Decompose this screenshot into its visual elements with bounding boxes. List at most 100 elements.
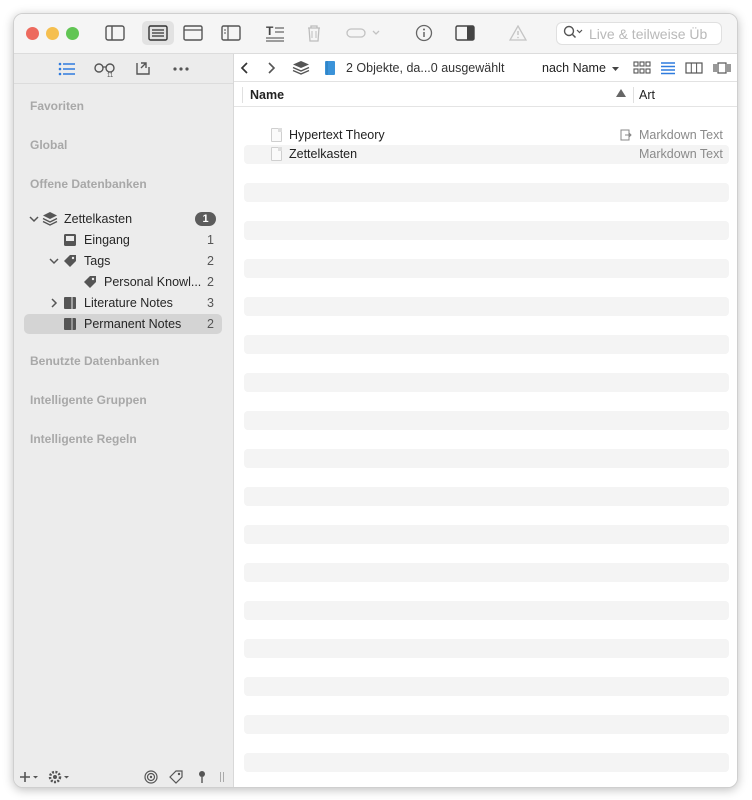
empty-row xyxy=(244,335,729,354)
column-view-icon[interactable] xyxy=(685,58,703,78)
column-name[interactable]: Name xyxy=(250,88,284,102)
column-header: Name Art xyxy=(234,83,737,107)
forward-icon[interactable] xyxy=(266,58,276,78)
tag-outline-icon[interactable] xyxy=(169,770,184,787)
sidebar-item-label: Tags xyxy=(84,254,111,268)
search-field[interactable] xyxy=(556,22,722,45)
chevron-down-icon[interactable] xyxy=(28,213,40,225)
svg-text:11: 11 xyxy=(107,73,114,77)
section-global[interactable]: Global xyxy=(30,138,67,152)
section-smart-rules[interactable]: Intelligente Regeln xyxy=(30,432,137,446)
sort-dropdown[interactable]: nach Name xyxy=(542,58,619,78)
selection-status: 2 Objekte, da...0 ausgewählt xyxy=(346,61,505,75)
icon-view-icon[interactable] xyxy=(633,58,651,78)
text-format-icon[interactable]: T xyxy=(262,21,288,45)
column-separator xyxy=(242,87,243,103)
item-count: 2 xyxy=(207,317,214,331)
zoom-window-button[interactable] xyxy=(66,27,79,40)
database-layers-icon[interactable] xyxy=(292,58,310,78)
sort-ascending-icon[interactable] xyxy=(616,89,626,97)
sidebar-item-label: Zettelkasten xyxy=(64,212,133,226)
empty-row xyxy=(244,411,729,430)
warning-icon xyxy=(506,21,530,45)
sidebar-tabs: 11 xyxy=(14,54,233,84)
section-favorites[interactable]: Favoriten xyxy=(30,99,84,113)
toolbar: T xyxy=(14,14,737,54)
section-open-databases[interactable]: Offene Datenbanken xyxy=(30,177,147,191)
column-separator[interactable] xyxy=(633,87,634,103)
gear-icon[interactable] xyxy=(48,770,72,787)
item-count: 2 xyxy=(207,275,214,289)
tag-icon xyxy=(62,253,78,269)
empty-row xyxy=(244,259,729,278)
caret-down-icon xyxy=(611,61,619,75)
inspector-icon[interactable] xyxy=(452,21,478,45)
split-view-icon[interactable] xyxy=(218,21,244,45)
empty-row xyxy=(244,525,729,544)
sidebar-item-eingang[interactable]: Eingang 1 xyxy=(24,230,222,250)
file-kind: Markdown Text xyxy=(639,128,723,142)
sidebar-item-permanent-notes[interactable]: Permanent Notes 2 xyxy=(24,314,222,334)
item-count: 3 xyxy=(207,296,214,310)
file-row-zettelkasten[interactable]: Zettelkasten Markdown Text xyxy=(244,145,729,164)
list-view-mode-icon[interactable] xyxy=(660,58,676,78)
sidebar-item-literature-notes[interactable]: Literature Notes 3 xyxy=(24,293,222,313)
back-icon[interactable] xyxy=(240,58,250,78)
sidebar-item-tags[interactable]: Tags 2 xyxy=(24,251,222,271)
empty-row xyxy=(244,601,729,620)
cover-flow-icon[interactable] xyxy=(712,58,732,78)
app-window: T 11 xyxy=(13,13,738,788)
chevron-right-icon[interactable] xyxy=(48,297,60,309)
main-pane: 2 Objekte, da...0 ausgewählt nach Name N… xyxy=(234,54,737,787)
empty-row xyxy=(244,753,729,772)
empty-row xyxy=(244,221,729,240)
import-icon[interactable] xyxy=(132,59,154,79)
close-window-button[interactable] xyxy=(26,27,39,40)
unread-badge: 1 xyxy=(195,212,216,226)
navigation-bar: 2 Objekte, da...0 ausgewählt nach Name xyxy=(234,54,737,82)
sidebar-item-personal-knowledge[interactable]: Personal Knowl... 2 xyxy=(24,272,222,292)
search-input[interactable] xyxy=(589,25,717,42)
add-icon[interactable] xyxy=(19,770,41,787)
empty-row xyxy=(244,487,729,506)
replicant-icon xyxy=(620,129,632,144)
group-icon xyxy=(62,295,78,311)
group-color-icon[interactable] xyxy=(324,58,336,78)
empty-row xyxy=(244,183,729,202)
file-kind: Markdown Text xyxy=(639,147,723,161)
tag-icon xyxy=(82,274,98,290)
svg-text:T: T xyxy=(266,24,274,38)
flag-dropdown-icon[interactable] xyxy=(344,21,386,45)
target-icon[interactable] xyxy=(144,770,158,787)
more-icon[interactable] xyxy=(170,59,192,79)
list-view-icon[interactable] xyxy=(142,21,174,45)
sidebar-item-label: Literature Notes xyxy=(84,296,173,310)
file-name: Zettelkasten xyxy=(289,147,358,161)
sidebar-item-label: Permanent Notes xyxy=(84,317,182,331)
list-icon[interactable] xyxy=(56,59,78,79)
sidebar-footer xyxy=(14,765,233,787)
sidebar: 11 Favoriten Global Offene Datenbanken Z… xyxy=(14,54,234,787)
search-icon xyxy=(563,25,583,42)
markdown-file-icon xyxy=(271,128,282,142)
sidebar-item-label: Personal Knowl... xyxy=(104,275,202,289)
section-used-databases[interactable]: Benutzte Datenbanken xyxy=(30,354,159,368)
file-name: Hypertext Theory xyxy=(289,128,385,142)
section-smart-groups[interactable]: Intelligente Gruppen xyxy=(30,393,147,407)
info-icon[interactable] xyxy=(412,21,436,45)
preview-view-icon[interactable] xyxy=(180,21,206,45)
minimize-window-button[interactable] xyxy=(46,27,59,40)
sidebar-item-zettelkasten[interactable]: Zettelkasten 1 xyxy=(24,209,222,229)
empty-row xyxy=(244,373,729,392)
chevron-down-icon[interactable] xyxy=(48,255,60,267)
trash-icon[interactable] xyxy=(302,21,326,45)
sort-label: nach Name xyxy=(542,61,606,75)
resize-handle-icon[interactable] xyxy=(219,770,225,787)
item-count: 1 xyxy=(207,233,214,247)
pin-icon[interactable] xyxy=(197,770,207,787)
sidebar-toggle-icon[interactable] xyxy=(102,21,128,45)
file-row-hypertext-theory[interactable]: Hypertext Theory Markdown Text xyxy=(244,126,729,145)
reading-glasses-icon[interactable]: 11 xyxy=(93,59,116,79)
empty-row xyxy=(244,677,729,696)
column-kind[interactable]: Art xyxy=(639,88,655,102)
